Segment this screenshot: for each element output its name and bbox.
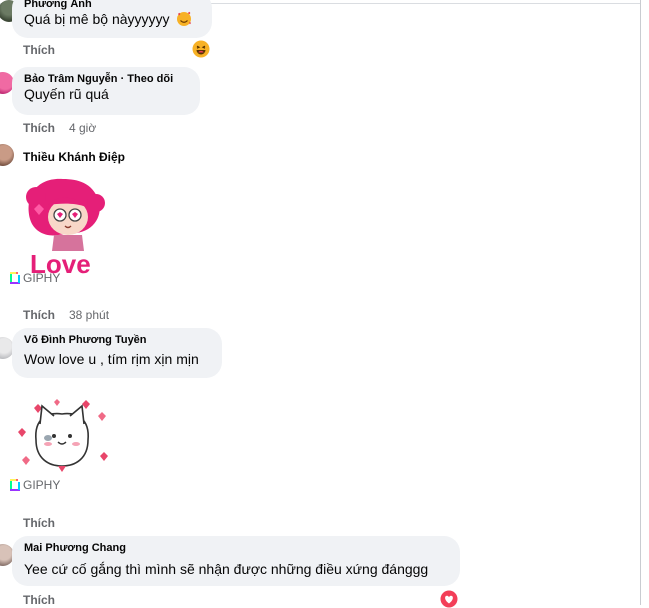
comment-author[interactable]: Bảo Trâm Nguyễn · Theo dõi xyxy=(24,73,188,85)
avatar[interactable] xyxy=(0,144,14,166)
comment-text: Quá bị mê bộ nàyyyyyy xyxy=(24,11,170,27)
comment-time[interactable]: 4 giờ xyxy=(69,121,96,135)
haha-reaction-icon[interactable] xyxy=(192,40,210,58)
comment-author[interactable]: Mai Phương Chang xyxy=(24,542,448,554)
giphy-logo-icon xyxy=(10,272,20,284)
comment-author[interactable]: Thiều Khánh Điệp xyxy=(23,150,125,164)
comment-text: Quyến rũ quá xyxy=(24,86,109,102)
comment-bubble: Phương Ánh Quá bị mê bộ nàyyyyyy xyxy=(12,0,212,38)
comment-bubble: Bảo Trâm Nguyễn · Theo dõi Quyến rũ quá xyxy=(12,67,200,115)
like-link[interactable]: Thích xyxy=(23,121,55,135)
comment-text: Yee cứ cố gắng thì mình sẽ nhận được nhữ… xyxy=(24,561,429,577)
cat-hearts-sticker[interactable] xyxy=(12,396,112,476)
comment-actions: Thích xyxy=(23,43,55,57)
giphy-attribution[interactable]: GIPHY xyxy=(9,271,60,285)
comment-bubble: Mai Phương Chang Yee cứ cố gắng thì mình… xyxy=(12,536,460,586)
smiling-hearts-emoji-icon xyxy=(177,11,192,26)
love-girl-sticker[interactable]: Love xyxy=(18,173,108,275)
like-link[interactable]: Thích xyxy=(23,308,55,322)
comment-time[interactable]: 38 phút xyxy=(69,308,109,322)
like-link[interactable]: Thích xyxy=(23,43,55,57)
love-reaction-icon[interactable] xyxy=(440,590,458,608)
comment-actions: Thích 4 giờ xyxy=(23,121,96,135)
giphy-label: GIPHY xyxy=(23,271,61,285)
comment-bubble: Võ Đình Phương Tuyền Wow love u , tím rị… xyxy=(12,328,222,378)
giphy-attribution[interactable]: GIPHY xyxy=(9,478,60,492)
comment-author[interactable]: Võ Đình Phương Tuyền xyxy=(24,334,210,346)
comment-actions: Thích 38 phút xyxy=(23,308,109,322)
panel-right-border xyxy=(640,0,641,605)
comment-text: Wow love u , tím rịm xịn mịn xyxy=(24,351,199,367)
giphy-logo-icon xyxy=(10,479,20,491)
comment-actions: Thích xyxy=(23,516,55,530)
like-link[interactable]: Thích xyxy=(23,516,55,530)
comment-author[interactable]: Phương Ánh xyxy=(24,0,200,10)
giphy-label: GIPHY xyxy=(23,478,61,492)
